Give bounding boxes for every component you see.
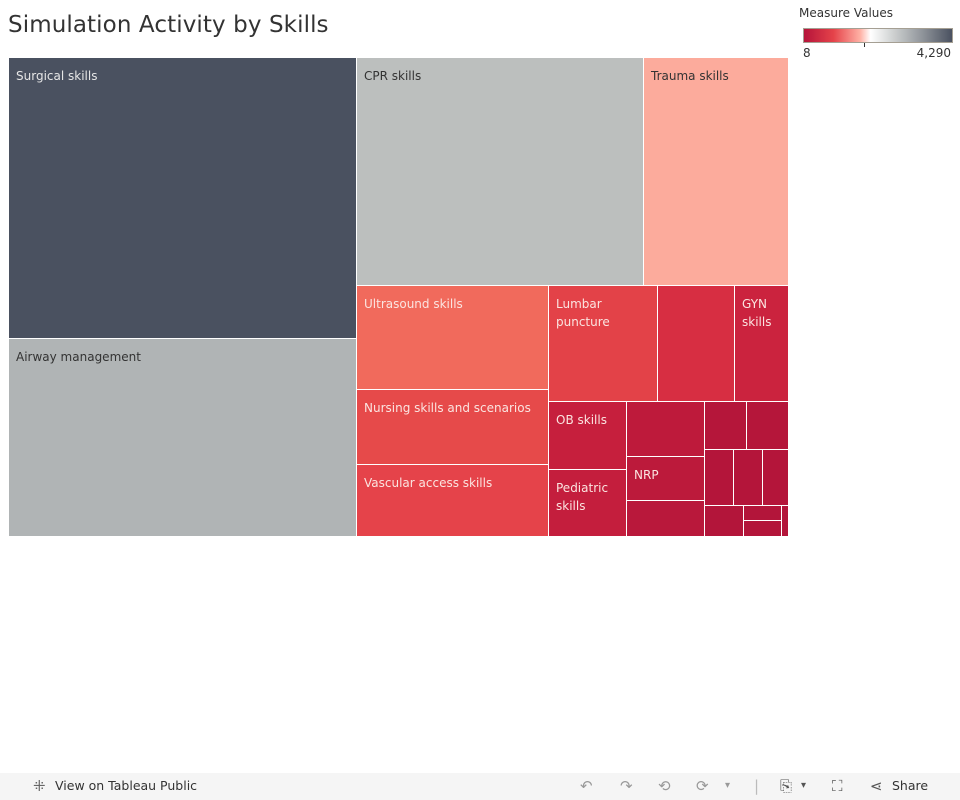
tableau-logo-icon: ⁜ xyxy=(33,777,46,795)
treemap-cell[interactable]: CPR skills xyxy=(356,57,645,287)
fullscreen-icon[interactable]: ⛶ xyxy=(832,777,843,795)
treemap-cell-label: Ultrasound skills xyxy=(364,297,463,311)
treemap-cell[interactable] xyxy=(781,505,789,537)
treemap-cell-label: GYN skills xyxy=(742,297,772,329)
treemap-cell-label: Vascular access skills xyxy=(364,476,493,490)
treemap-cell[interactable]: Surgical skills xyxy=(8,57,358,339)
color-legend: Measure Values 8 4,290 xyxy=(799,6,954,60)
refresh-dropdown-icon[interactable]: ▾ xyxy=(725,780,730,791)
treemap-cell-label: Pediatric skills xyxy=(556,481,609,513)
treemap-cell[interactable] xyxy=(704,449,735,507)
share-icon[interactable]: ⋖ xyxy=(870,777,883,795)
treemap-cell-label: Trauma skills xyxy=(651,69,729,83)
treemap-cell[interactable] xyxy=(626,401,706,458)
treemap-cell[interactable]: Pediatric skills xyxy=(548,469,628,537)
treemap-cell[interactable] xyxy=(743,520,783,537)
treemap-cell[interactable]: Airway management xyxy=(8,338,358,537)
redo-icon[interactable]: ↷ xyxy=(620,777,633,795)
toolbar-divider: | xyxy=(754,777,760,795)
treemap-cell-label: CPR skills xyxy=(364,69,422,83)
treemap-cell[interactable] xyxy=(746,401,789,451)
chart-title: Simulation Activity by Skills xyxy=(8,12,329,38)
revert-icon[interactable]: ⟲ xyxy=(658,777,671,795)
treemap-cell[interactable]: Vascular access skills xyxy=(356,464,550,537)
treemap-cell[interactable]: Nursing skills and scenarios xyxy=(356,389,550,466)
treemap-cell[interactable] xyxy=(704,401,748,451)
treemap-cell[interactable] xyxy=(626,500,706,537)
treemap-cell[interactable] xyxy=(657,285,736,403)
treemap-cell[interactable]: OB skills xyxy=(548,401,628,471)
treemap-cell-label: Surgical skills xyxy=(16,69,98,83)
treemap-cell[interactable] xyxy=(762,449,789,507)
refresh-icon[interactable]: ⟳ xyxy=(696,777,709,795)
tableau-footer: ⁜ View on Tableau Public ↶ ↷ ⟲ ⟳ ▾ | ⎘ ▾… xyxy=(0,773,960,800)
treemap-cell-label: NRP xyxy=(634,468,659,482)
view-on-tableau-link[interactable]: View on Tableau Public xyxy=(55,778,197,793)
treemap: Surgical skills Airway management CPR skil… xyxy=(8,57,789,537)
download-icon[interactable]: ⎘ xyxy=(780,777,792,795)
treemap-cell-label: Airway management xyxy=(16,350,141,364)
treemap-cell[interactable]: NRP xyxy=(626,456,706,502)
treemap-cell[interactable]: Lumbar puncture xyxy=(548,285,659,403)
treemap-cell[interactable]: Ultrasound skills xyxy=(356,285,550,391)
treemap-cell-label: Lumbar puncture xyxy=(556,297,610,329)
legend-title: Measure Values xyxy=(799,6,894,20)
legend-max-label: 4,290 xyxy=(916,46,951,60)
legend-midpoint-tick xyxy=(864,43,865,47)
treemap-cell[interactable]: Trauma skills xyxy=(643,57,789,287)
treemap-cell-label: OB skills xyxy=(556,413,607,427)
legend-min-label: 8 xyxy=(803,46,811,60)
treemap-cell[interactable] xyxy=(733,449,764,507)
treemap-cell[interactable] xyxy=(704,505,745,537)
download-dropdown-icon[interactable]: ▾ xyxy=(801,780,806,791)
treemap-cell[interactable]: GYN skills xyxy=(734,285,789,403)
legend-gradient xyxy=(803,28,953,43)
share-button[interactable]: Share xyxy=(892,778,928,793)
treemap-cell-label: Nursing skills and scenarios xyxy=(364,401,531,415)
undo-icon[interactable]: ↶ xyxy=(580,777,593,795)
